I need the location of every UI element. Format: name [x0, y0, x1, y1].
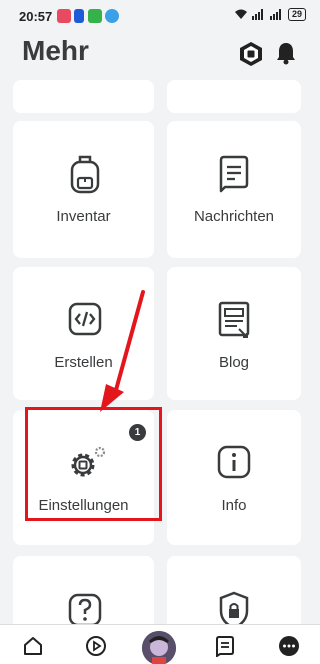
notification-app-icon — [74, 9, 84, 23]
avatar-image — [142, 631, 176, 664]
backpack-icon — [70, 155, 100, 194]
status-bar: 20:57 29 — [0, 0, 320, 34]
highlight-box — [25, 407, 162, 521]
robux-icon[interactable] — [238, 41, 264, 67]
blog-icon — [218, 301, 250, 338]
blog-label: Blog — [218, 354, 250, 371]
info-icon — [217, 445, 251, 479]
home-icon[interactable] — [22, 635, 44, 657]
blog-card[interactable]: Blog — [167, 267, 301, 400]
create-label: Erstellen — [54, 354, 113, 371]
notification-app-icon — [88, 9, 102, 23]
inventory-label: Inventar — [56, 208, 111, 225]
messages-card[interactable]: Nachrichten — [167, 121, 301, 258]
signal-icon — [269, 9, 281, 20]
status-time: 20:57 — [19, 9, 53, 24]
chat-icon — [219, 155, 249, 193]
code-icon — [68, 302, 102, 336]
notification-app-icon — [57, 9, 71, 23]
info-card[interactable]: Info — [167, 410, 301, 545]
messages-label: Nachrichten — [193, 208, 275, 225]
notification-app-icon — [105, 9, 119, 23]
inventory-card[interactable]: Inventar — [13, 121, 154, 258]
grid-card-partial[interactable] — [167, 80, 301, 113]
play-icon[interactable] — [85, 635, 107, 657]
battery-indicator: 29 — [287, 8, 306, 21]
info-label: Info — [221, 497, 247, 514]
wifi-icon — [234, 9, 247, 19]
avatar[interactable] — [142, 631, 176, 664]
chat-icon[interactable] — [214, 635, 236, 657]
signal-icon — [251, 9, 263, 20]
grid-card-partial[interactable] — [13, 80, 154, 113]
create-card[interactable]: Erstellen — [13, 267, 154, 400]
page-title: Mehr — [22, 35, 89, 66]
bell-icon[interactable] — [275, 41, 297, 65]
more-icon[interactable] — [278, 635, 300, 657]
bottom-nav — [0, 624, 320, 664]
status-indicators: 29 — [234, 8, 306, 21]
